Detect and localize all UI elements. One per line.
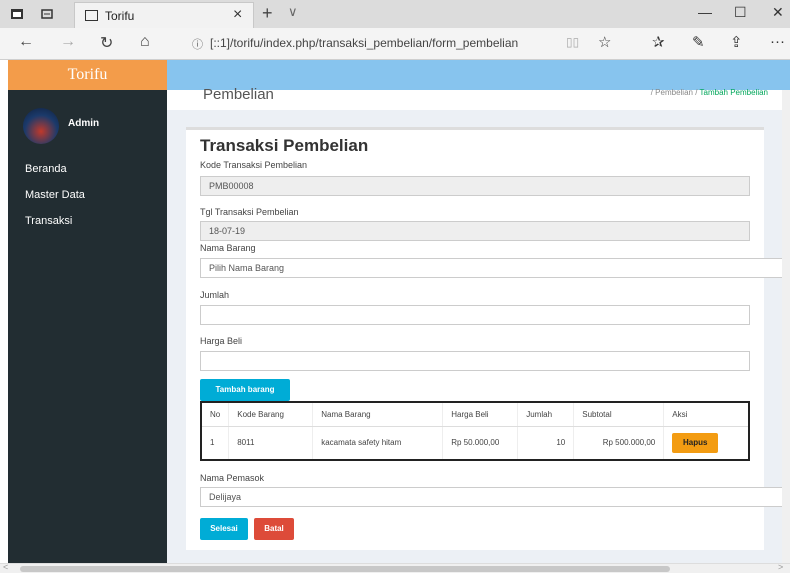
maximize-icon[interactable]: ☐ bbox=[734, 4, 747, 21]
back-icon[interactable]: ← bbox=[18, 33, 34, 51]
horizontal-scrollbar[interactable]: < > bbox=[0, 562, 790, 573]
set-aside-tabs-icon[interactable] bbox=[40, 7, 54, 21]
browser-titlebar: Torifu × + ∨ — ☐ ✕ bbox=[0, 0, 790, 28]
cell-harga: Rp 50.000,00 bbox=[442, 426, 519, 461]
hapus-button[interactable]: Hapus bbox=[672, 432, 719, 453]
cell-nama: kacamata safety hitam bbox=[312, 426, 444, 461]
close-window-icon[interactable]: ✕ bbox=[772, 4, 784, 21]
avatar bbox=[23, 108, 59, 144]
browser-tab[interactable]: Torifu × bbox=[74, 2, 254, 28]
sidebar-item-master-data[interactable]: Master Data bbox=[25, 189, 85, 201]
scroll-left-icon[interactable]: < bbox=[3, 562, 8, 572]
address-bar[interactable]: ⓘ [::1]/torifu/index.php/transaksi_pembe… bbox=[186, 33, 586, 55]
harga-input[interactable] bbox=[200, 351, 750, 371]
column-header: Subtotal bbox=[573, 402, 665, 427]
tab-title: Torifu bbox=[105, 9, 135, 23]
jumlah-label: Jumlah bbox=[200, 290, 230, 300]
breadcrumb-active: Tambah Pembelian bbox=[699, 88, 768, 97]
table-row: 1 8011 kacamata safety hitam Rp 50.000,0… bbox=[201, 426, 750, 461]
jumlah-input[interactable] bbox=[200, 305, 750, 325]
scrollbar-thumb[interactable] bbox=[20, 566, 670, 572]
column-header: No bbox=[201, 402, 230, 427]
reading-view-icon[interactable]: ▯▯ bbox=[566, 35, 579, 49]
column-header: Jumlah bbox=[517, 402, 575, 427]
content-header: Pembelian / Pembelian / Tambah Pembelian bbox=[167, 86, 790, 110]
site-info-icon[interactable]: ⓘ bbox=[192, 36, 203, 52]
items-table: No Kode Barang Nama Barang Harga Beli Ju… bbox=[200, 401, 750, 461]
minimize-icon[interactable]: — bbox=[698, 4, 712, 20]
barang-select[interactable]: Pilih Nama Barang bbox=[200, 258, 790, 278]
page-icon bbox=[85, 10, 98, 21]
table-header-row: No Kode Barang Nama Barang Harga Beli Ju… bbox=[201, 402, 750, 427]
column-header: Harga Beli bbox=[442, 402, 519, 427]
tgl-label: Tgl Transaksi Pembelian bbox=[200, 207, 299, 217]
vertical-scrollbar[interactable] bbox=[782, 90, 790, 563]
favorites-list-icon[interactable]: ✰ bbox=[652, 33, 665, 51]
cell-kode: 8011 bbox=[228, 426, 314, 461]
breadcrumb: / Pembelian / Tambah Pembelian bbox=[650, 88, 768, 97]
brand-logo[interactable]: Torifu bbox=[8, 60, 167, 90]
cell-no: 1 bbox=[201, 426, 230, 461]
more-icon[interactable]: ··· bbox=[770, 33, 785, 50]
pemasok-label: Nama Pemasok bbox=[200, 473, 265, 483]
column-header: Aksi bbox=[663, 402, 750, 427]
kode-label: Kode Transaksi Pembelian bbox=[200, 160, 308, 170]
harga-label: Harga Beli bbox=[200, 336, 243, 346]
pen-icon[interactable]: ✎ bbox=[692, 33, 705, 51]
form-title: Transaksi Pembelian bbox=[200, 136, 369, 155]
new-tab-icon[interactable]: + bbox=[262, 3, 273, 24]
forward-icon[interactable]: → bbox=[60, 33, 76, 51]
user-name: Admin bbox=[68, 118, 100, 129]
column-header: Kode Barang bbox=[228, 402, 314, 427]
tab-list-chevron-icon[interactable]: ∨ bbox=[288, 4, 298, 20]
favorite-star-icon[interactable]: ☆ bbox=[598, 33, 611, 51]
tab-actions-icon[interactable] bbox=[10, 7, 24, 21]
kode-field[interactable]: PMB00008 bbox=[200, 176, 750, 196]
share-icon[interactable]: ⇪ bbox=[730, 33, 743, 51]
tambah-barang-button[interactable]: Tambah barang bbox=[200, 379, 290, 401]
column-header: Nama Barang bbox=[312, 402, 444, 427]
tgl-field[interactable]: 18-07-19 bbox=[200, 221, 750, 241]
batal-button[interactable]: Batal bbox=[254, 518, 294, 540]
breadcrumb-item[interactable]: Pembelian bbox=[655, 88, 693, 97]
tab-close-icon[interactable]: × bbox=[233, 6, 242, 24]
barang-label: Nama Barang bbox=[200, 243, 256, 253]
selesai-button[interactable]: Selesai bbox=[200, 518, 248, 540]
cell-aksi: Hapus bbox=[663, 426, 750, 461]
sidebar-item-transaksi[interactable]: Transaksi bbox=[25, 215, 72, 227]
scroll-right-icon[interactable]: > bbox=[778, 562, 783, 572]
browser-navbar: ← → ↻ ⌂ ⓘ [::1]/torifu/index.php/transak… bbox=[0, 28, 790, 60]
cell-subtotal: Rp 500.000,00 bbox=[573, 426, 665, 461]
cell-jumlah: 10 bbox=[517, 426, 575, 461]
pemasok-select[interactable]: Delijaya bbox=[200, 487, 790, 507]
url-text[interactable]: [::1]/torifu/index.php/transaksi_pembeli… bbox=[210, 36, 518, 50]
refresh-icon[interactable]: ↻ bbox=[100, 33, 113, 53]
page-title: Pembelian bbox=[203, 86, 274, 103]
sidebar-item-beranda[interactable]: Beranda bbox=[25, 163, 67, 175]
sidebar: Torifu Admin Beranda Master Data Transak… bbox=[8, 60, 167, 563]
home-icon[interactable]: ⌂ bbox=[140, 33, 150, 51]
